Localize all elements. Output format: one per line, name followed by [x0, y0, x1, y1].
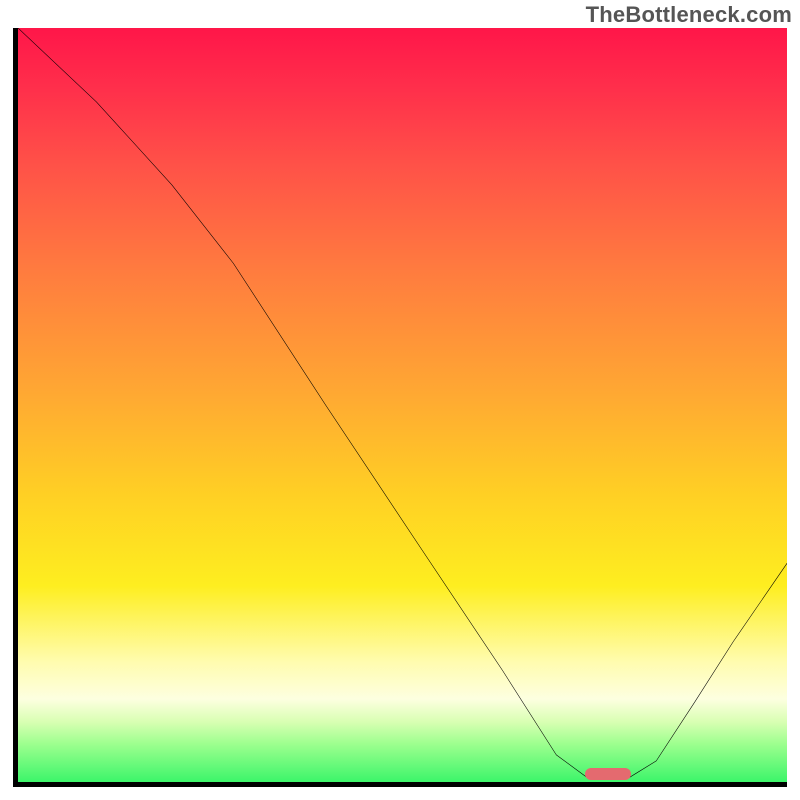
watermark-text: TheBottleneck.com: [586, 2, 792, 28]
bottleneck-curve: [18, 28, 787, 782]
plot-area: [13, 28, 787, 787]
optimal-range-marker: [585, 768, 631, 780]
chart-canvas: TheBottleneck.com: [0, 0, 800, 800]
